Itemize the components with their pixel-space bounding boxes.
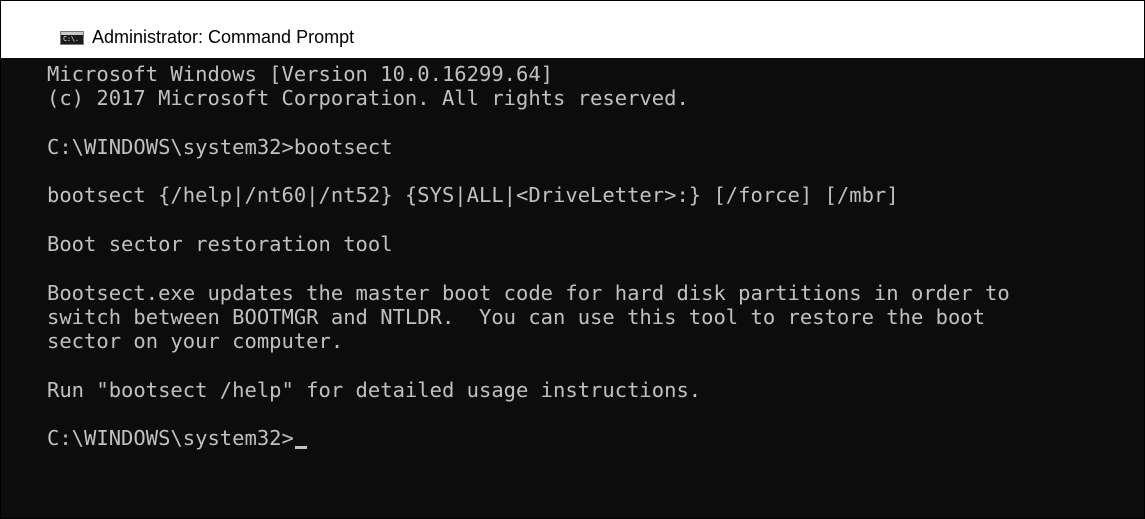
window-title: Administrator: Command Prompt: [92, 27, 355, 47]
command-prompt-window: C:\. Administrator: Command Prompt Micro…: [0, 0, 1145, 519]
console-line: bootsect {/help|/nt60|/nt52} {SYS|ALL|<D…: [47, 183, 899, 208]
console-line: Boot sector restoration tool: [47, 232, 393, 257]
console-line: Bootsect.exe updates the master boot cod…: [47, 280, 1010, 305]
console-line: switch between BOOTMGR and NTLDR. You ca…: [47, 304, 985, 329]
console-prompt-line[interactable]: C:\WINDOWS\system32>: [47, 426, 1144, 450]
console-line: C:\WINDOWS\system32>bootsect: [47, 134, 393, 159]
icon-glyph: C:\.: [63, 35, 79, 43]
console-output: Microsoft Windows [Version 10.0.16299.64…: [1, 58, 1144, 451]
console-line: sector on your computer.: [47, 329, 344, 354]
title-bar[interactable]: C:\. Administrator: Command Prompt: [1, 1, 1144, 58]
console-line: (c) 2017 Microsoft Corporation. All righ…: [47, 86, 689, 111]
console-line: Run "bootsect /help" for detailed usage …: [47, 377, 702, 402]
console-prompt: C:\WINDOWS\system32>: [47, 426, 294, 451]
console-area[interactable]: Microsoft Windows [Version 10.0.16299.64…: [1, 58, 1144, 518]
text-cursor: [294, 446, 307, 450]
console-line: Microsoft Windows [Version 10.0.16299.64…: [47, 62, 554, 86]
command-prompt-icon[interactable]: C:\.: [60, 31, 84, 45]
